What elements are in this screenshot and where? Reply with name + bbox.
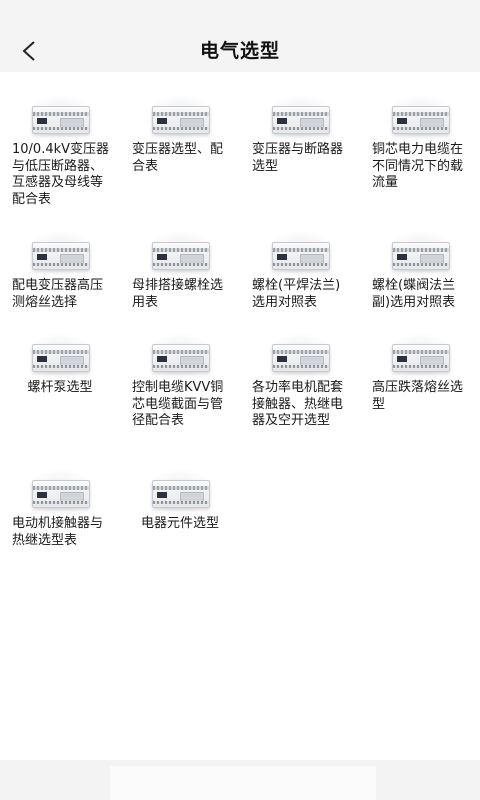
item-label: 变压器与断路器选型 bbox=[252, 142, 344, 174]
grid-item[interactable]: 控制电缆KVV铜芯电缆截面与管径配合表 bbox=[120, 332, 240, 462]
grid-item[interactable]: 螺杆泵选型 bbox=[0, 332, 120, 462]
plc-module-icon bbox=[146, 230, 214, 278]
grid-item[interactable]: 10/0.4kV变压器与低压断路器、互感器及母线等配合表 bbox=[0, 94, 120, 224]
plc-module-icon bbox=[26, 468, 94, 516]
plc-module-icon bbox=[266, 332, 334, 380]
plc-module-icon bbox=[26, 230, 94, 278]
item-label: 螺栓(平焊法兰)选用对照表 bbox=[252, 278, 341, 310]
app-header: 电气选型 bbox=[0, 0, 480, 72]
plc-module-icon bbox=[146, 468, 214, 516]
grid-item[interactable]: 高压跌落熔丝选型 bbox=[360, 332, 480, 462]
item-label: 10/0.4kV变压器与低压断路器、互感器及母线等配合表 bbox=[12, 142, 110, 207]
grid-item[interactable]: 母排搭接螺栓选用表 bbox=[120, 230, 240, 326]
plc-module-icon bbox=[26, 332, 94, 380]
bottom-bar bbox=[0, 760, 480, 800]
item-label: 铜芯电力电缆在不同情况下的载流量 bbox=[372, 142, 464, 190]
plc-module-icon bbox=[146, 332, 214, 380]
item-label: 控制电缆KVV铜芯电缆截面与管径配合表 bbox=[132, 380, 224, 428]
grid-item[interactable]: 铜芯电力电缆在不同情况下的载流量 bbox=[360, 94, 480, 224]
item-label: 螺杆泵选型 bbox=[27, 380, 93, 395]
grid-item[interactable]: 各功率电机配套接触器、热继电器及空开选型 bbox=[240, 332, 360, 462]
grid-item[interactable]: 电器元件选型 bbox=[120, 468, 240, 598]
plc-module-icon bbox=[386, 94, 454, 142]
ad-placeholder bbox=[110, 766, 376, 800]
plc-module-icon bbox=[266, 94, 334, 142]
plc-module-icon bbox=[26, 94, 94, 142]
grid-item[interactable]: 变压器与断路器选型 bbox=[240, 94, 360, 224]
plc-module-icon bbox=[146, 94, 214, 142]
item-label: 母排搭接螺栓选用表 bbox=[132, 278, 224, 310]
item-label: 螺栓(蝶阀法兰副)选用对照表 bbox=[372, 278, 456, 310]
selection-grid: 10/0.4kV变压器与低压断路器、互感器及母线等配合表 变压器选型、配合表 变… bbox=[0, 94, 480, 598]
grid-item[interactable]: 螺栓(蝶阀法兰副)选用对照表 bbox=[360, 230, 480, 326]
grid-item[interactable]: 配电变压器高压测熔丝选择 bbox=[0, 230, 120, 326]
item-label: 电器元件选型 bbox=[140, 516, 219, 531]
grid-item[interactable]: 变压器选型、配合表 bbox=[120, 94, 240, 224]
item-label: 各功率电机配套接触器、热继电器及空开选型 bbox=[252, 380, 344, 428]
grid-item[interactable]: 电动机接触器与热继选型表 bbox=[0, 468, 120, 598]
plc-module-icon bbox=[266, 230, 334, 278]
grid-item[interactable]: 螺栓(平焊法兰)选用对照表 bbox=[240, 230, 360, 326]
plc-module-icon bbox=[386, 332, 454, 380]
item-label: 变压器选型、配合表 bbox=[132, 142, 224, 174]
item-label: 配电变压器高压测熔丝选择 bbox=[12, 278, 104, 310]
item-label: 电动机接触器与热继选型表 bbox=[12, 516, 104, 548]
plc-module-icon bbox=[386, 230, 454, 278]
item-label: 高压跌落熔丝选型 bbox=[372, 380, 464, 412]
page-title: 电气选型 bbox=[199, 40, 280, 62]
